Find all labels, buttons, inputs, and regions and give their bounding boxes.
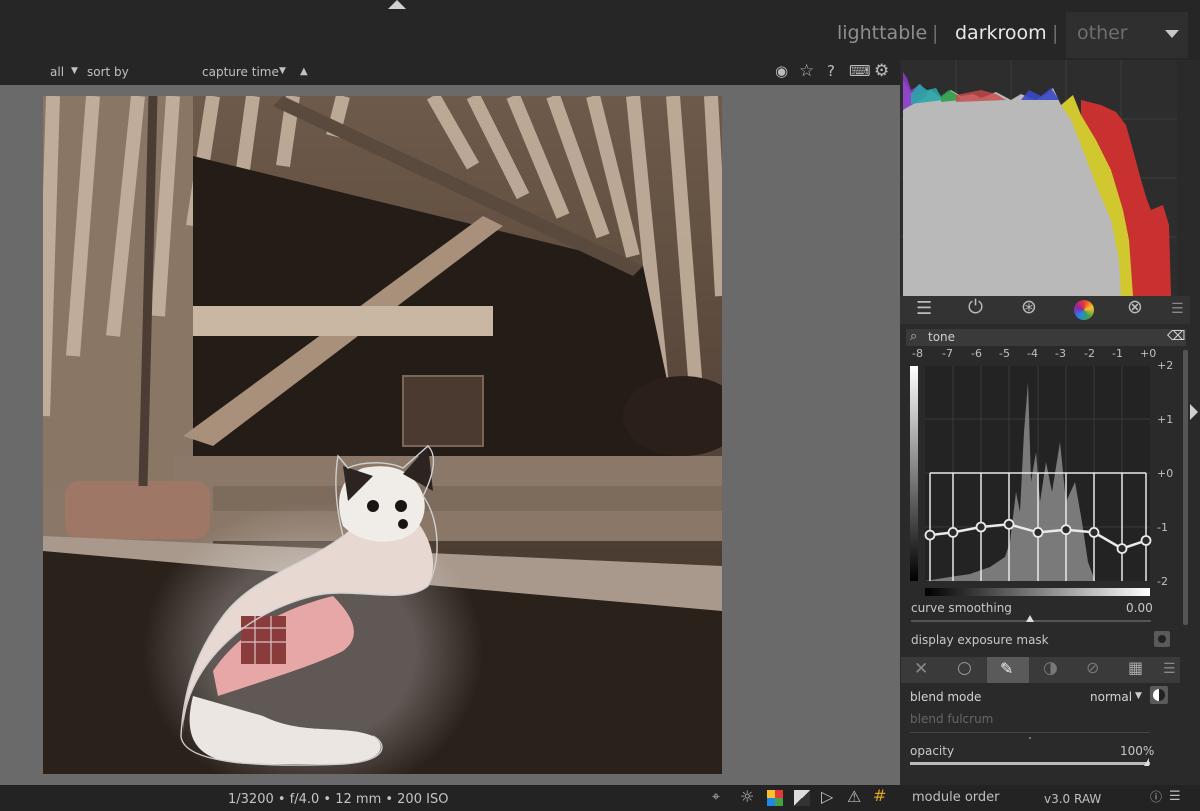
exposure-mask-toggle[interactable] xyxy=(1154,631,1170,647)
softproof-icon[interactable] xyxy=(767,790,783,806)
guides-icon[interactable]: ▷ xyxy=(821,789,833,805)
bottom-panel xyxy=(0,785,1200,811)
close-icon[interactable]: ✕ xyxy=(914,661,928,678)
bulb-icon[interactable]: ☼ xyxy=(740,789,754,805)
ev-label: -5 xyxy=(999,347,1010,360)
ev-label: +0 xyxy=(1140,347,1157,360)
focus-peaking-icon[interactable]: ⌖ xyxy=(712,790,720,804)
ev-right-label: +1 xyxy=(1157,413,1174,426)
chevron-down-icon[interactable]: ▼ xyxy=(279,66,286,76)
filter-select[interactable]: all xyxy=(50,65,64,79)
ev-label: -4 xyxy=(1027,347,1038,360)
view-separator: | xyxy=(1052,22,1059,44)
gear-icon[interactable]: ⚙ xyxy=(874,63,889,80)
tone-curve-node[interactable] xyxy=(947,526,959,538)
warning-icon[interactable]: ⚠ xyxy=(847,789,861,805)
chevron-down-icon[interactable]: ▼ xyxy=(71,66,78,76)
module-search-value[interactable]: tone xyxy=(928,330,955,344)
photo-preview[interactable] xyxy=(43,96,722,774)
ev-label: -6 xyxy=(971,347,982,360)
tone-icon[interactable]: ⊛ xyxy=(1021,298,1037,317)
slider-marker xyxy=(1029,737,1031,739)
power-icon[interactable]: ⏻ xyxy=(968,298,983,317)
parametric-mask-icon[interactable]: ◑ xyxy=(1043,660,1058,677)
color-icon[interactable] xyxy=(1074,300,1094,320)
tone-curve-node[interactable] xyxy=(1060,524,1072,536)
slider-handle[interactable] xyxy=(1144,758,1149,766)
chevron-down-icon[interactable] xyxy=(1165,30,1179,38)
opacity-slider[interactable] xyxy=(910,762,1150,765)
grid-icon[interactable]: # xyxy=(873,788,886,804)
tone-equalizer-graph[interactable] xyxy=(910,362,1155,587)
menu-icon[interactable]: ☰ xyxy=(1169,790,1181,803)
menu-icon[interactable]: ☰ xyxy=(1163,662,1176,676)
tone-curve-node[interactable] xyxy=(1003,518,1015,530)
view-lighttable[interactable]: lighttable xyxy=(837,22,927,44)
ev-label: -2 xyxy=(1084,347,1095,360)
presets-icon[interactable]: ☰ xyxy=(916,300,932,318)
menu-icon[interactable]: ☰ xyxy=(1171,302,1184,316)
star-icon[interactable]: ☆ xyxy=(799,63,814,80)
raster-mask-icon[interactable]: ▦ xyxy=(1128,660,1143,676)
blend-fulcrum-slider[interactable] xyxy=(910,732,1150,733)
drawn-parametric-mask-icon[interactable]: ⊘ xyxy=(1086,660,1099,676)
curve-smoothing-value[interactable]: 0.00 xyxy=(1126,601,1153,615)
keyboard-icon[interactable]: ⌨ xyxy=(849,64,871,79)
sort-select[interactable]: capture time xyxy=(202,65,279,79)
luminance-gradient-bar xyxy=(925,588,1150,596)
tone-curve-node[interactable] xyxy=(1032,526,1044,538)
curve-smoothing-label: curve smoothing xyxy=(911,601,1012,615)
raw-overexposed-icon[interactable] xyxy=(794,790,810,806)
tone-curve-svg xyxy=(910,366,1152,581)
correct-icon[interactable]: ⊗ xyxy=(1127,298,1143,317)
collapse-top-arrow-icon[interactable] xyxy=(388,0,406,9)
blend-fulcrum-label: blend fulcrum xyxy=(910,712,994,726)
ev-right-label: -2 xyxy=(1157,575,1168,588)
color-picker-icon[interactable]: ◉ xyxy=(775,64,788,79)
photo-image xyxy=(43,96,722,774)
tone-curve-node[interactable] xyxy=(975,521,987,533)
clear-icon[interactable]: ⌫ xyxy=(1167,330,1185,343)
module-groups-bar xyxy=(900,296,1190,324)
blend-mode-label: blend mode xyxy=(910,690,982,704)
slider-handle[interactable] xyxy=(1026,615,1034,622)
blend-polarity-toggle[interactable] xyxy=(1150,686,1168,704)
ev-label: -1 xyxy=(1112,347,1123,360)
display-exposure-mask-label: display exposure mask xyxy=(911,633,1049,647)
right-panel-scrollbar[interactable] xyxy=(1183,350,1188,625)
blend-mode-select[interactable]: normal xyxy=(1090,690,1132,704)
tone-curve-node[interactable] xyxy=(1116,543,1128,555)
histogram-graph xyxy=(901,60,1177,296)
module-order-value[interactable]: v3.0 RAW xyxy=(1044,792,1101,806)
exif-info: 1/3200 • f/4.0 • 12 mm • 200 ISO xyxy=(228,792,449,807)
ev-right-label: +2 xyxy=(1157,359,1174,372)
ev-label: -7 xyxy=(942,347,953,360)
chevron-down-icon[interactable]: ▼ xyxy=(1135,691,1142,701)
opacity-label: opacity xyxy=(910,744,955,758)
histogram[interactable] xyxy=(901,60,1177,296)
filter-bar xyxy=(0,60,900,85)
module-order-label: module order xyxy=(912,790,1000,805)
search-icon: ⌕ xyxy=(910,329,918,344)
opacity-value[interactable]: 100% xyxy=(1120,744,1154,758)
sort-label: sort by xyxy=(87,65,129,79)
info-icon[interactable]: ⓘ xyxy=(1150,791,1162,803)
pencil-icon[interactable]: ✎ xyxy=(1000,661,1013,677)
view-darkroom[interactable]: darkroom xyxy=(955,22,1047,44)
ev-right-label: -1 xyxy=(1157,521,1168,534)
tone-curve-node[interactable] xyxy=(924,529,936,541)
sort-order-icon[interactable]: ▲ xyxy=(300,66,308,77)
ev-label: -8 xyxy=(912,347,923,360)
ev-right-label: +0 xyxy=(1157,467,1174,480)
ev-label: -3 xyxy=(1055,347,1066,360)
tone-curve-node[interactable] xyxy=(1088,526,1100,538)
view-other[interactable]: other xyxy=(1077,22,1128,44)
view-separator: | xyxy=(932,22,939,44)
tone-curve-node[interactable] xyxy=(1140,535,1152,546)
collapse-right-arrow-icon[interactable] xyxy=(1190,404,1198,420)
help-icon[interactable]: ? xyxy=(827,64,835,79)
uniform-mask-icon[interactable]: ○ xyxy=(957,660,972,677)
